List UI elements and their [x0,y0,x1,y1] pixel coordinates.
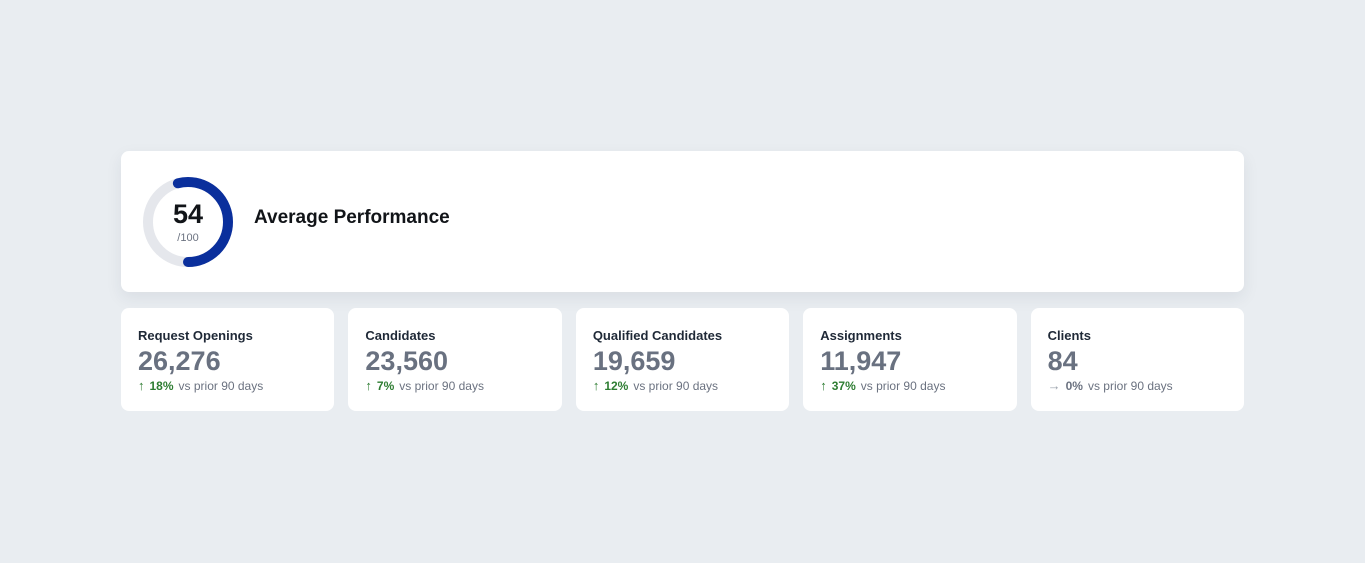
stat-value: 26,276 [138,346,221,376]
stat-label: Qualified Candidates [592,328,723,343]
stat-card-assignments: Assignments 11,947 ↑ 37% vs prior 90 day… [803,308,1017,411]
performance-title: Average Performance [254,207,450,228]
delta-suffix: vs prior 90 days [860,379,946,393]
stat-delta: ↑ 12% vs prior 90 days [593,378,772,394]
delta-percent: 7% [376,379,395,393]
performance-gauge: 54 /100 [141,175,235,269]
delta-suffix: vs prior 90 days [178,379,264,393]
arrow-up-icon: ↑ [820,378,827,393]
arrow-up-icon: ↑ [592,378,600,393]
stat-card-qualified-candidates: Qualified Candidates 19,659 ↑ 12% vs pri… [575,308,790,411]
performance-score: 54 [172,199,204,229]
stat-label: Request Openings [138,328,253,343]
arrow-up-icon: ↑ [138,378,145,393]
stat-label: Clients [1047,328,1091,343]
stat-delta: ↑ 7% vs prior 90 days [365,378,544,394]
delta-percent: 0% [1065,379,1083,393]
stat-value: 23,560 [365,346,448,376]
average-performance-card: 54 /100 Average Performance [121,151,1244,292]
stat-card-candidates: Candidates 23,560 ↑ 7% vs prior 90 days [348,308,562,411]
performance-max: /100 [177,232,199,244]
delta-percent: 18% [149,379,174,393]
delta-percent: 12% [604,379,629,393]
stat-card-clients: Clients 84 → 0% vs prior 90 days [1030,308,1245,411]
stat-delta: ↑ 37% vs prior 90 days [820,378,999,394]
stat-value: 84 [1047,346,1078,376]
stat-label: Candidates [365,328,436,343]
stat-delta: → 0% vs prior 90 days [1048,378,1227,394]
delta-suffix: vs prior 90 days [633,379,719,393]
delta-suffix: vs prior 90 days [1087,379,1173,393]
stats-row: Request Openings 26,276 ↑ 18% vs prior 9… [121,308,1245,411]
stat-card-request-openings: Request Openings 26,276 ↑ 18% vs prior 9… [121,308,335,411]
delta-suffix: vs prior 90 days [399,379,484,393]
delta-percent: 37% [831,379,856,393]
stat-label: Assignments [820,328,902,343]
stat-delta: ↑ 18% vs prior 90 days [138,378,317,394]
stat-value: 11,947 [820,346,902,376]
arrow-up-icon: ↑ [365,378,372,393]
stat-value: 19,659 [592,346,676,376]
arrow-right-icon: → [1047,378,1061,393]
